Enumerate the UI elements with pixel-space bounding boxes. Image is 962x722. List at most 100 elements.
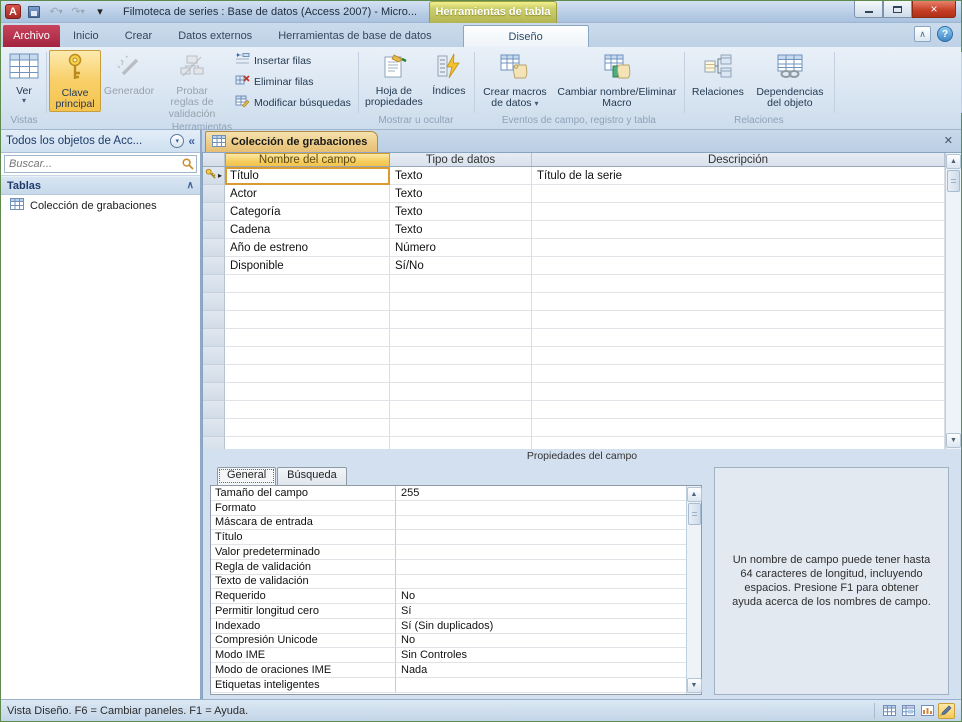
row-selector[interactable] xyxy=(203,185,225,203)
tab-general[interactable]: General xyxy=(217,467,276,485)
document-tab-coleccion[interactable]: Colección de grabaciones xyxy=(205,131,378,152)
search-icon[interactable] xyxy=(182,158,194,173)
property-scrollbar[interactable]: ▲ ▼ xyxy=(686,486,701,694)
row-selector[interactable] xyxy=(203,239,225,257)
header-descripcion[interactable]: Descripción xyxy=(532,153,945,166)
field-description-cell[interactable] xyxy=(532,383,945,401)
property-name[interactable]: Etiquetas inteligentes xyxy=(211,678,396,693)
row-selector[interactable] xyxy=(203,311,225,329)
field-row[interactable] xyxy=(203,437,945,449)
field-row[interactable] xyxy=(203,419,945,437)
modificar-busquedas-button[interactable]: Modificar búsquedas xyxy=(231,92,355,113)
maximize-button[interactable] xyxy=(883,1,912,18)
field-name-cell[interactable]: Cadena xyxy=(225,221,390,239)
nav-pane-header[interactable]: Todos los objetos de Acc... ▾ « xyxy=(1,130,200,153)
minimize-button[interactable] xyxy=(854,1,883,18)
property-value[interactable] xyxy=(396,545,686,560)
tab-herramientas-bd[interactable]: Herramientas de base de datos xyxy=(265,25,444,47)
property-value[interactable] xyxy=(396,575,686,590)
search-input[interactable] xyxy=(4,155,197,173)
access-app-icon[interactable]: A xyxy=(5,4,21,19)
property-name[interactable]: Tamaño del campo xyxy=(211,486,396,501)
field-type-cell[interactable] xyxy=(390,293,532,311)
field-type-cell[interactable]: Número xyxy=(390,239,532,257)
field-name-cell[interactable] xyxy=(225,275,390,293)
property-row[interactable]: Modo de oraciones IMENada xyxy=(211,663,686,678)
eliminar-filas-button[interactable]: Eliminar filas xyxy=(231,71,355,92)
row-selector[interactable] xyxy=(203,257,225,275)
field-name-cell[interactable] xyxy=(225,329,390,347)
property-value[interactable]: Sin Controles xyxy=(396,648,686,663)
field-row[interactable] xyxy=(203,275,945,293)
field-row[interactable]: CadenaTexto xyxy=(203,221,945,239)
pivotchart-view-icon[interactable] xyxy=(919,703,936,719)
field-type-cell[interactable]: Sí/No xyxy=(390,257,532,275)
field-description-cell[interactable] xyxy=(532,401,945,419)
cambiar-nombre-button[interactable]: Cambiar nombre/Eliminar Macro xyxy=(553,50,681,111)
row-selector[interactable] xyxy=(203,221,225,239)
property-name[interactable]: Formato xyxy=(211,501,396,516)
property-name[interactable]: Título xyxy=(211,530,396,545)
property-name[interactable]: Máscara de entrada xyxy=(211,516,396,531)
field-name-cell[interactable]: Disponible xyxy=(225,257,390,275)
field-description-cell[interactable] xyxy=(532,203,945,221)
property-value[interactable] xyxy=(396,516,686,531)
property-row[interactable]: Regla de validación xyxy=(211,560,686,575)
redo-button[interactable]: ↷▾ xyxy=(69,4,87,20)
collapse-section-icon[interactable]: ∧ xyxy=(187,180,194,191)
property-row[interactable]: IndexadoSí (Sin duplicados) xyxy=(211,619,686,634)
property-row[interactable]: Valor predeterminado xyxy=(211,545,686,560)
ver-button[interactable]: Ver ▾ xyxy=(5,50,43,106)
scroll-up-icon[interactable]: ▲ xyxy=(946,154,961,169)
field-name-cell[interactable] xyxy=(225,383,390,401)
row-selector[interactable] xyxy=(203,347,225,365)
probar-reglas-button[interactable]: Probar reglas de validación xyxy=(157,50,227,121)
save-button[interactable] xyxy=(25,4,43,20)
property-row[interactable]: RequeridoNo xyxy=(211,589,686,604)
property-row[interactable]: Título xyxy=(211,530,686,545)
field-row[interactable]: Año de estrenoNúmero xyxy=(203,239,945,257)
row-selector[interactable] xyxy=(203,419,225,437)
field-row[interactable]: ActorTexto xyxy=(203,185,945,203)
field-name-cell[interactable] xyxy=(225,293,390,311)
field-type-cell[interactable] xyxy=(390,365,532,383)
property-value[interactable]: No xyxy=(396,634,686,649)
field-description-cell[interactable] xyxy=(532,419,945,437)
hoja-propiedades-button[interactable]: Hoja de propiedades xyxy=(361,50,427,110)
field-type-cell[interactable] xyxy=(390,275,532,293)
field-row[interactable] xyxy=(203,311,945,329)
generador-button[interactable]: Generador xyxy=(101,50,157,98)
property-value[interactable]: Sí (Sin duplicados) xyxy=(396,619,686,634)
field-name-cell[interactable] xyxy=(225,401,390,419)
property-value[interactable]: No xyxy=(396,589,686,604)
property-row[interactable]: Etiquetas inteligentes xyxy=(211,678,686,693)
property-value[interactable] xyxy=(396,560,686,575)
select-all-corner[interactable] xyxy=(203,153,225,166)
property-value[interactable] xyxy=(396,501,686,516)
clave-principal-button[interactable]: Clave principal xyxy=(49,50,101,112)
header-tipo-de-datos[interactable]: Tipo de datos xyxy=(390,153,532,166)
field-row[interactable] xyxy=(203,383,945,401)
field-row[interactable] xyxy=(203,401,945,419)
field-description-cell[interactable] xyxy=(532,365,945,383)
field-row[interactable] xyxy=(203,329,945,347)
property-name[interactable]: Modo IME xyxy=(211,648,396,663)
property-row[interactable]: Formato xyxy=(211,501,686,516)
tab-crear[interactable]: Crear xyxy=(112,25,166,47)
field-name-cell[interactable] xyxy=(225,437,390,449)
field-type-cell[interactable] xyxy=(390,311,532,329)
field-description-cell[interactable] xyxy=(532,293,945,311)
crear-macros-button[interactable]: Crear macros de datos ▾ xyxy=(477,50,553,111)
field-row[interactable]: ▸TítuloTextoTítulo de la serie xyxy=(203,167,945,185)
row-selector[interactable] xyxy=(203,365,225,383)
property-name[interactable]: Modo de oraciones IME xyxy=(211,663,396,678)
field-description-cell[interactable] xyxy=(532,221,945,239)
indices-button[interactable]: Índices xyxy=(427,50,471,98)
property-name[interactable]: Requerido xyxy=(211,589,396,604)
property-row[interactable]: Permitir longitud ceroSí xyxy=(211,604,686,619)
qat-customize-button[interactable]: ▾ xyxy=(91,4,109,20)
tab-busqueda[interactable]: Búsqueda xyxy=(277,467,347,485)
property-value[interactable]: Nada xyxy=(396,663,686,678)
scroll-down-icon[interactable]: ▼ xyxy=(687,678,702,693)
scroll-up-icon[interactable]: ▲ xyxy=(687,487,702,502)
